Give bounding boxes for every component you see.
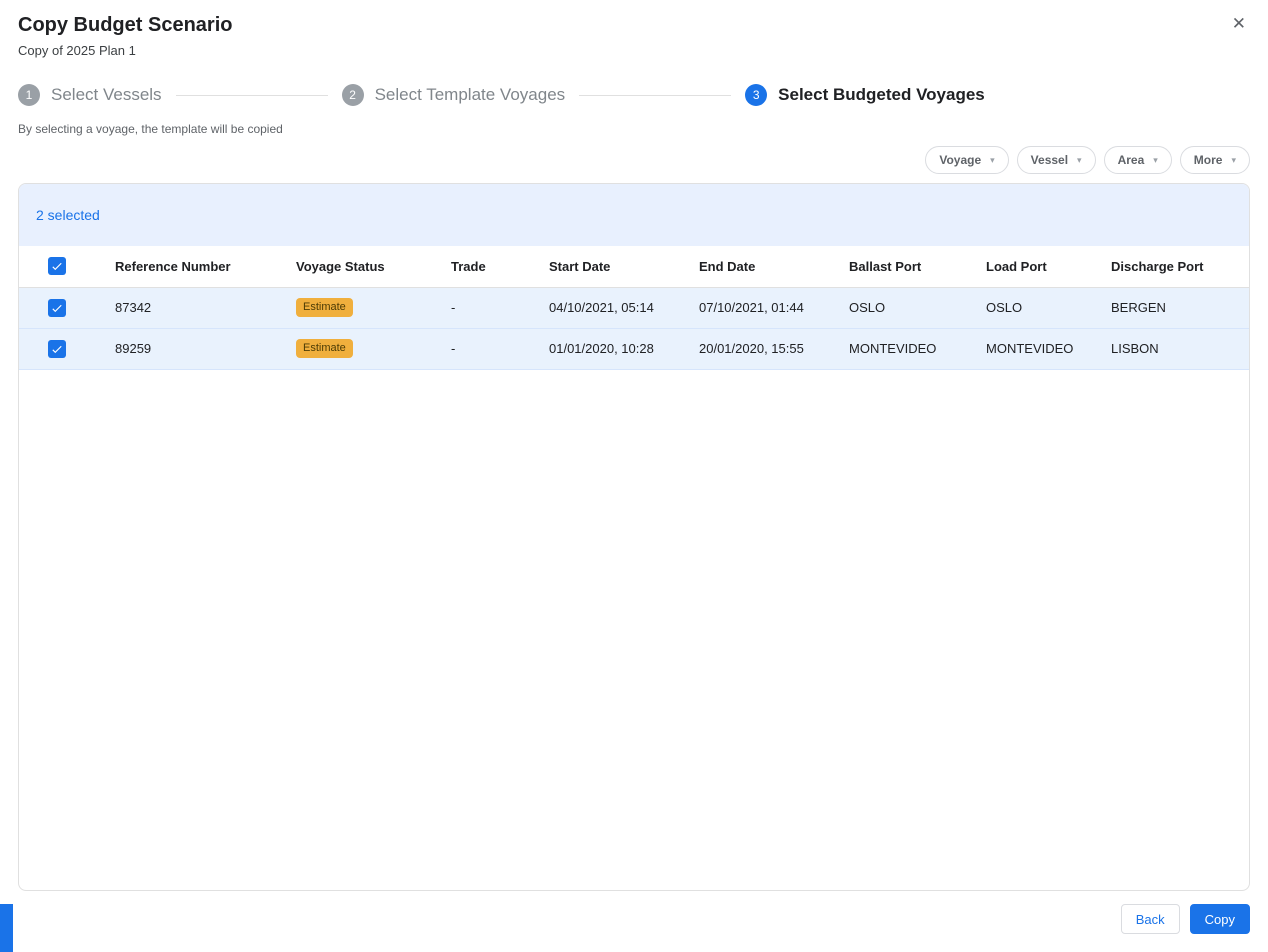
cell-reference-number: 89259 — [115, 341, 152, 356]
voyage-filter-label: Voyage — [939, 153, 982, 167]
select-all-checkbox[interactable] — [48, 257, 66, 276]
step-1-label: Select Vessels — [51, 85, 162, 104]
column-header-discharge-port: Discharge Port — [1111, 246, 1249, 288]
area-filter-button[interactable]: Area ▾ — [1103, 146, 1172, 174]
column-header-ballast-port: Ballast Port — [849, 246, 986, 288]
filter-bar: Voyage ▾ Vessel ▾ Area ▾ More ▾ — [18, 146, 1250, 174]
copy-budget-scenario-dialog: Copy Budget Scenario Copy of 2025 Plan 1… — [0, 0, 1268, 934]
cell-end-date: 07/10/2021, 01:44 — [699, 300, 804, 315]
cell-discharge-port: BERGEN — [1111, 300, 1166, 315]
dialog-footer: Back Copy — [18, 904, 1250, 934]
selection-count-band: 2 selected — [19, 184, 1249, 246]
column-header-load-port: Load Port — [986, 246, 1111, 288]
vessel-filter-button[interactable]: Vessel ▾ — [1016, 146, 1096, 174]
back-button[interactable]: Back — [1120, 904, 1180, 934]
background-accent — [0, 904, 13, 952]
step-2-label: Select Template Voyages — [374, 85, 566, 104]
step-select-budgeted-voyages[interactable]: 3 Select Budgeted Voyages — [745, 84, 985, 106]
step-select-template-voyages[interactable]: 2 Select Template Voyages — [341, 84, 566, 106]
cell-start-date: 01/01/2020, 10:28 — [549, 341, 654, 356]
voyages-table-container: 2 selected Reference Number Voyage Statu… — [18, 183, 1250, 891]
vessel-filter-label: Vessel — [1030, 153, 1069, 167]
column-header-trade: Trade — [451, 246, 549, 288]
column-header-end-date: End Date — [699, 246, 849, 288]
cell-reference-number: 87342 — [115, 300, 152, 315]
status-badge: Estimate — [296, 339, 353, 358]
chevron-down-icon: ▾ — [990, 154, 995, 165]
more-filter-button[interactable]: More ▾ — [1179, 146, 1250, 174]
cell-discharge-port: LISBON — [1111, 341, 1159, 356]
cell-voyage-status: Estimate — [296, 328, 451, 369]
step-2-circle: 2 — [341, 84, 364, 106]
step-1-circle: 1 — [18, 84, 40, 106]
table-row[interactable]: 87342 Estimate - 04/10/2021, 05:14 07/10… — [19, 287, 1249, 328]
cell-ballast-port: MONTEVIDEO — [849, 341, 937, 356]
close-icon: ✕ — [1231, 14, 1246, 33]
cell-end-date: 20/01/2020, 15:55 — [699, 341, 804, 356]
page-title: Copy Budget Scenario — [18, 14, 233, 36]
step-3-circle: 3 — [745, 84, 768, 106]
column-header-start-date: Start Date — [549, 246, 699, 288]
wizard-stepper: 1 Select Vessels 2 Select Template Voyag… — [18, 84, 1250, 106]
cell-start-date: 04/10/2021, 05:14 — [549, 300, 654, 315]
column-header-voyage-status: Voyage Status — [296, 246, 451, 288]
status-badge: Estimate — [296, 298, 353, 317]
hint-text: By selecting a voyage, the template will… — [18, 122, 283, 136]
voyages-table: Reference Number Voyage Status Trade Sta… — [19, 246, 1249, 370]
cell-voyage-status: Estimate — [296, 287, 451, 328]
table-row[interactable]: 89259 Estimate - 01/01/2020, 10:28 20/01… — [19, 328, 1249, 369]
voyage-filter-button[interactable]: Voyage ▾ — [925, 146, 1009, 174]
close-button[interactable]: ✕ — [1230, 13, 1248, 34]
cell-ballast-port: OSLO — [849, 300, 886, 315]
area-filter-label: Area — [1117, 153, 1145, 167]
column-header-reference-number: Reference Number — [115, 246, 296, 288]
chevron-down-icon: ▾ — [1077, 154, 1082, 165]
copy-button[interactable]: Copy — [1189, 904, 1250, 934]
cell-trade: - — [451, 341, 456, 356]
row-checkbox[interactable] — [48, 339, 66, 358]
check-icon — [52, 345, 62, 353]
more-filter-label: More — [1193, 153, 1223, 167]
row-checkbox[interactable] — [48, 298, 66, 317]
check-icon — [52, 304, 62, 312]
chevron-down-icon: ▾ — [1153, 154, 1158, 165]
cell-trade: - — [451, 300, 456, 315]
step-connector — [175, 94, 328, 96]
step-connector — [579, 94, 732, 96]
step-select-vessels[interactable]: 1 Select Vessels — [18, 84, 162, 106]
table-header-row: Reference Number Voyage Status Trade Sta… — [19, 246, 1249, 288]
table-body: 87342 Estimate - 04/10/2021, 05:14 07/10… — [19, 287, 1249, 369]
selected-count-text: 2 selected — [36, 207, 100, 223]
dialog-header: Copy Budget Scenario Copy of 2025 Plan 1… — [18, 12, 1250, 58]
page-subtitle: Copy of 2025 Plan 1 — [18, 43, 136, 58]
cell-load-port: MONTEVIDEO — [986, 341, 1074, 356]
chevron-down-icon: ▾ — [1231, 154, 1236, 165]
cell-load-port: OSLO — [986, 300, 1023, 315]
check-icon — [52, 263, 62, 271]
step-3-label: Select Budgeted Voyages — [778, 85, 985, 104]
